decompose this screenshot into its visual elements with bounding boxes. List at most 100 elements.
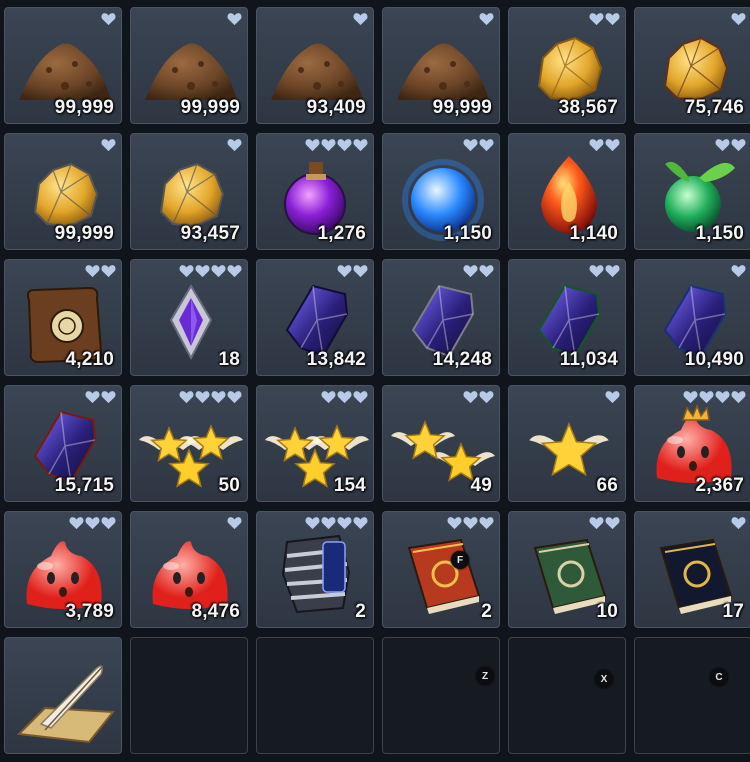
heart-icon: [101, 516, 116, 530]
inventory-slot[interactable]: 14,248: [382, 259, 500, 376]
heart-icon: [211, 264, 226, 278]
heart-icon: [353, 12, 368, 26]
inventory-slot[interactable]: 154: [256, 385, 374, 502]
heart-icon: [605, 12, 620, 26]
heart-icon: [85, 264, 100, 278]
heart-icon: [479, 390, 494, 404]
heart-icon: [227, 138, 242, 152]
inventory-slot[interactable]: 99,999: [130, 7, 248, 124]
heart-icon: [353, 138, 368, 152]
heart-icon: [195, 390, 210, 404]
heart-icon: [605, 264, 620, 278]
hotkey-badge-z: Z: [476, 667, 494, 685]
inventory-slot[interactable]: 99,999: [382, 7, 500, 124]
favorite-hearts: [731, 516, 746, 530]
inventory-slot[interactable]: 8,476: [130, 511, 248, 628]
item-count: 99,999: [180, 97, 240, 118]
heart-icon: [101, 12, 116, 26]
item-count: 93,409: [306, 97, 366, 118]
heart-icon: [211, 390, 226, 404]
inventory-slot[interactable]: 15,715: [4, 385, 122, 502]
favorite-hearts: [605, 390, 620, 404]
heart-icon: [447, 516, 462, 530]
heart-icon: [305, 138, 320, 152]
inventory-slot[interactable]: 99,999: [4, 133, 122, 250]
inventory-slot[interactable]: 1,140: [508, 133, 626, 250]
heart-icon: [337, 138, 352, 152]
quill-letter-icon: [5, 638, 121, 753]
heart-icon: [227, 516, 242, 530]
inventory-slot[interactable]: 38,567: [508, 7, 626, 124]
heart-icon: [479, 264, 494, 278]
inventory-grid: 99,999 99,999 93,409 99,999 38,567 75,746 99,9…: [0, 0, 750, 762]
favorite-hearts: [305, 516, 368, 530]
empty-inventory-slot[interactable]: [634, 637, 750, 754]
item-count: 93,457: [180, 223, 240, 244]
item-count: 4,210: [65, 349, 114, 370]
item-count: 38,567: [558, 97, 618, 118]
heart-icon: [589, 12, 604, 26]
heart-icon: [589, 264, 604, 278]
empty-inventory-slot[interactable]: [130, 637, 248, 754]
favorite-hearts: [305, 138, 368, 152]
heart-icon: [463, 516, 478, 530]
inventory-slot[interactable]: 99,999: [4, 7, 122, 124]
favorite-hearts: [179, 264, 242, 278]
heart-icon: [699, 390, 714, 404]
inventory-slot[interactable]: 93,457: [130, 133, 248, 250]
heart-icon: [479, 516, 494, 530]
favorite-hearts: [101, 12, 116, 26]
heart-icon: [337, 516, 352, 530]
inventory-slot[interactable]: 1,150: [634, 133, 750, 250]
inventory-slot[interactable]: 17: [634, 511, 750, 628]
inventory-slot[interactable]: 1,150: [382, 133, 500, 250]
heart-icon: [227, 264, 242, 278]
inventory-slot[interactable]: 2,367: [634, 385, 750, 502]
inventory-slot[interactable]: 66: [508, 385, 626, 502]
item-count: 1,150: [443, 223, 492, 244]
heart-icon: [589, 138, 604, 152]
inventory-slot[interactable]: 11,034: [508, 259, 626, 376]
item-count: 1,276: [317, 223, 366, 244]
inventory-slot[interactable]: 75,746: [634, 7, 750, 124]
heart-icon: [715, 138, 730, 152]
inventory-slot[interactable]: 2: [256, 511, 374, 628]
empty-inventory-slot[interactable]: [256, 637, 374, 754]
favorite-hearts: [179, 390, 242, 404]
inventory-slot[interactable]: 3,789: [4, 511, 122, 628]
item-count: 3,789: [65, 601, 114, 622]
heart-icon: [101, 138, 116, 152]
empty-inventory-slot[interactable]: [382, 637, 500, 754]
item-count: 11,034: [559, 349, 618, 370]
inventory-slot[interactable]: 1,276: [256, 133, 374, 250]
inventory-slot[interactable]: 18: [130, 259, 248, 376]
item-count: 2: [355, 601, 366, 622]
item-count: 75,746: [684, 97, 744, 118]
inventory-slot[interactable]: 13,842: [256, 259, 374, 376]
heart-icon: [731, 138, 746, 152]
item-count: 8,476: [191, 601, 240, 622]
item-count: 15,715: [54, 475, 114, 496]
heart-icon: [353, 516, 368, 530]
favorite-hearts: [589, 12, 620, 26]
favorite-hearts: [321, 390, 368, 404]
favorite-hearts: [589, 264, 620, 278]
item-count: 99,999: [54, 97, 114, 118]
inventory-slot[interactable]: 49: [382, 385, 500, 502]
empty-inventory-slot[interactable]: [508, 637, 626, 754]
item-count: 1,140: [569, 223, 618, 244]
heart-icon: [321, 390, 336, 404]
inventory-slot[interactable]: 50: [130, 385, 248, 502]
inventory-slot[interactable]: 2: [382, 511, 500, 628]
hotkey-badge-f: F: [451, 551, 469, 569]
inventory-slot[interactable]: 10,490: [634, 259, 750, 376]
favorite-hearts: [463, 264, 494, 278]
heart-icon: [683, 390, 698, 404]
inventory-slot[interactable]: 93,409: [256, 7, 374, 124]
favorite-hearts: [589, 138, 620, 152]
item-count: 13,842: [306, 349, 366, 370]
inventory-slot[interactable]: 4,210: [4, 259, 122, 376]
heart-icon: [353, 390, 368, 404]
inventory-slot[interactable]: [4, 637, 122, 754]
inventory-slot[interactable]: 10: [508, 511, 626, 628]
